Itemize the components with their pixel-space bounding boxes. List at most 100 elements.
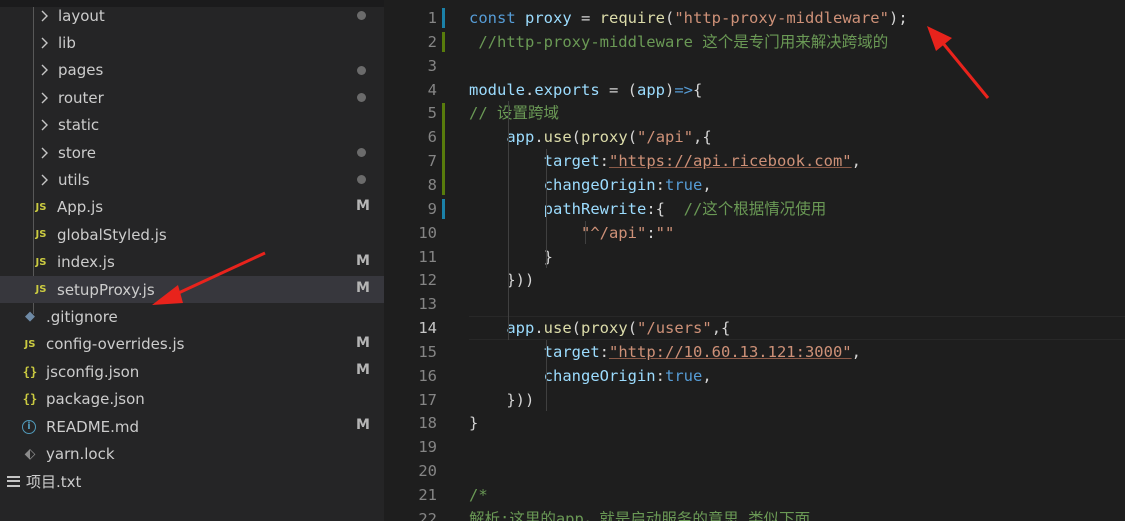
code-line[interactable]: 14 app.use(proxy("/users",{ xyxy=(384,316,1125,340)
function-token: proxy xyxy=(581,319,628,338)
punctuation-token: : xyxy=(655,366,665,385)
file-setupproxy-js[interactable]: JS setupProxy.js M xyxy=(0,276,384,303)
code-line[interactable]: 12 })) xyxy=(384,268,1125,292)
status-dot-badge xyxy=(357,148,366,157)
code-line[interactable]: 3 xyxy=(384,54,1125,78)
file-jsconfig-json[interactable]: {} jsconfig.json M xyxy=(0,358,384,385)
status-dot-badge xyxy=(357,93,366,103)
code-text: pathRewrite:{ //这个根据情况使用 xyxy=(469,197,827,221)
line-number: 2 xyxy=(427,32,437,51)
identifier-token: target xyxy=(543,342,600,361)
javascript-file-icon: JS xyxy=(35,284,47,295)
line-number: 3 xyxy=(427,56,437,75)
chevron-right-icon xyxy=(36,119,52,131)
code-line[interactable]: 21 /* xyxy=(384,483,1125,507)
punctuation-token: : xyxy=(599,342,609,361)
code-line[interactable]: 7 target:"https://api.ricebook.com", xyxy=(384,149,1125,173)
punctuation-token xyxy=(469,152,544,170)
punctuation-token xyxy=(469,224,581,242)
modified-badge: M xyxy=(356,252,370,269)
line-number: 13 xyxy=(418,295,437,314)
indent-guide xyxy=(546,339,547,412)
string-token: "/api" xyxy=(637,128,694,147)
file-index-js[interactable]: JS index.js M xyxy=(0,249,384,276)
line-number: 4 xyxy=(427,80,437,99)
punctuation-token: = xyxy=(571,9,600,27)
chevron-right-icon xyxy=(36,37,52,49)
punctuation-token: :{ xyxy=(646,199,684,218)
code-line[interactable]: 16 changeOrigin:true, xyxy=(384,364,1125,388)
code-text: } xyxy=(469,411,478,435)
identifier-token: changeOrigin xyxy=(543,366,656,385)
code-line[interactable]: 6 app.use(proxy("/api",{ xyxy=(384,125,1125,149)
punctuation-token: . xyxy=(534,128,544,147)
folder-store[interactable]: store xyxy=(0,139,384,166)
line-number: 22 xyxy=(418,509,437,521)
string-token: "http-proxy-middleware" xyxy=(674,9,889,27)
punctuation-token: ( xyxy=(627,128,638,147)
tree-item-label: yarn.lock xyxy=(46,444,115,463)
indent-guide xyxy=(585,220,586,245)
folder-pages[interactable]: pages xyxy=(0,57,384,84)
code-line[interactable]: 15 target:"http://10.60.13.121:3000", xyxy=(384,340,1125,364)
tree-item-label: config-overrides.js xyxy=(46,335,185,354)
line-number: 9 xyxy=(427,199,437,218)
code-line[interactable]: 10 "^/api":"" xyxy=(384,221,1125,245)
folder-layout[interactable]: layout xyxy=(0,2,384,29)
line-number: 19 xyxy=(418,438,437,457)
line-number: 5 xyxy=(427,104,437,123)
code-line[interactable]: 20 xyxy=(384,459,1125,483)
info-icon: i xyxy=(22,419,36,434)
folder-lib[interactable]: lib xyxy=(0,29,384,56)
code-line[interactable]: 18} xyxy=(384,411,1125,435)
folder-static[interactable]: static xyxy=(0,112,384,139)
code-line[interactable]: 4 module.exports = (app)=>{ xyxy=(384,78,1125,102)
file-yarn-lock[interactable]: ⬖ yarn.lock xyxy=(0,440,384,467)
code-text: })) xyxy=(469,388,534,412)
comment-token: /* xyxy=(469,486,488,504)
tree-item-label: pages xyxy=(58,61,104,80)
yarn-icon: ⬖ xyxy=(24,445,36,462)
code-line[interactable]: 2 //http-proxy-middleware 这个是专门用来解决跨域的 xyxy=(384,30,1125,54)
code-text: "^/api":"" xyxy=(469,221,674,245)
identifier-token: app xyxy=(506,128,535,147)
file-readme-md[interactable]: i README.md M xyxy=(0,413,384,440)
indent-guide xyxy=(546,149,547,269)
string-token: "http://10.60.13.121:3000" xyxy=(609,342,852,361)
tree-item-label: globalStyled.js xyxy=(57,225,167,244)
file-gitignore[interactable]: ◆ .gitignore xyxy=(0,303,384,330)
line-number: 17 xyxy=(418,390,437,409)
punctuation-token: , xyxy=(702,175,712,194)
line-number: 11 xyxy=(418,247,437,266)
keyword-token: const xyxy=(469,9,525,27)
code-line[interactable]: 11 } xyxy=(384,245,1125,269)
code-line[interactable]: 19 xyxy=(384,435,1125,459)
tree-item-label: README.md xyxy=(46,417,140,436)
folder-router[interactable]: router xyxy=(0,84,384,111)
file-config-overrides-js[interactable]: JS config-overrides.js M xyxy=(0,331,384,358)
file-app-js[interactable]: JS App.js M xyxy=(0,194,384,221)
code-editor[interactable]: 1 const proxy = require("http-proxy-middl… xyxy=(384,0,1125,521)
modified-badge: M xyxy=(356,362,370,379)
code-line[interactable]: 9 pathRewrite:{ //这个根据情况使用 xyxy=(384,197,1125,221)
punctuation-token: , xyxy=(851,152,861,171)
tree-item-label: static xyxy=(58,116,100,135)
punctuation-token: ) xyxy=(525,390,535,409)
identifier-token: pathRewrite xyxy=(543,199,647,218)
code-line[interactable]: 17 })) xyxy=(384,388,1125,412)
file-package-json[interactable]: {} package.json xyxy=(0,386,384,413)
file-globalstyled-js[interactable]: JS globalStyled.js xyxy=(0,221,384,248)
code-line[interactable]: 22 解析:这里的app，就是启动服务的意思,类似下面 xyxy=(384,507,1125,521)
folder-utils[interactable]: utils xyxy=(0,166,384,193)
code-line[interactable]: 1 const proxy = require("http-proxy-middl… xyxy=(384,6,1125,30)
function-token: use xyxy=(543,319,572,338)
status-dot-badge xyxy=(357,175,366,185)
line-number: 16 xyxy=(418,366,437,385)
code-line[interactable]: 5 // 设置跨域 xyxy=(384,101,1125,125)
code-line[interactable]: 8 changeOrigin:true, xyxy=(384,173,1125,197)
tree-item-label: store xyxy=(58,143,96,162)
code-line[interactable]: 13 xyxy=(384,292,1125,316)
code-text: 解析:这里的app，就是启动服务的意思,类似下面 xyxy=(469,507,810,521)
file-txt[interactable]: 项目.txt xyxy=(0,468,384,495)
code-text: //http-proxy-middleware 这个是专门用来解决跨域的 xyxy=(469,30,888,54)
